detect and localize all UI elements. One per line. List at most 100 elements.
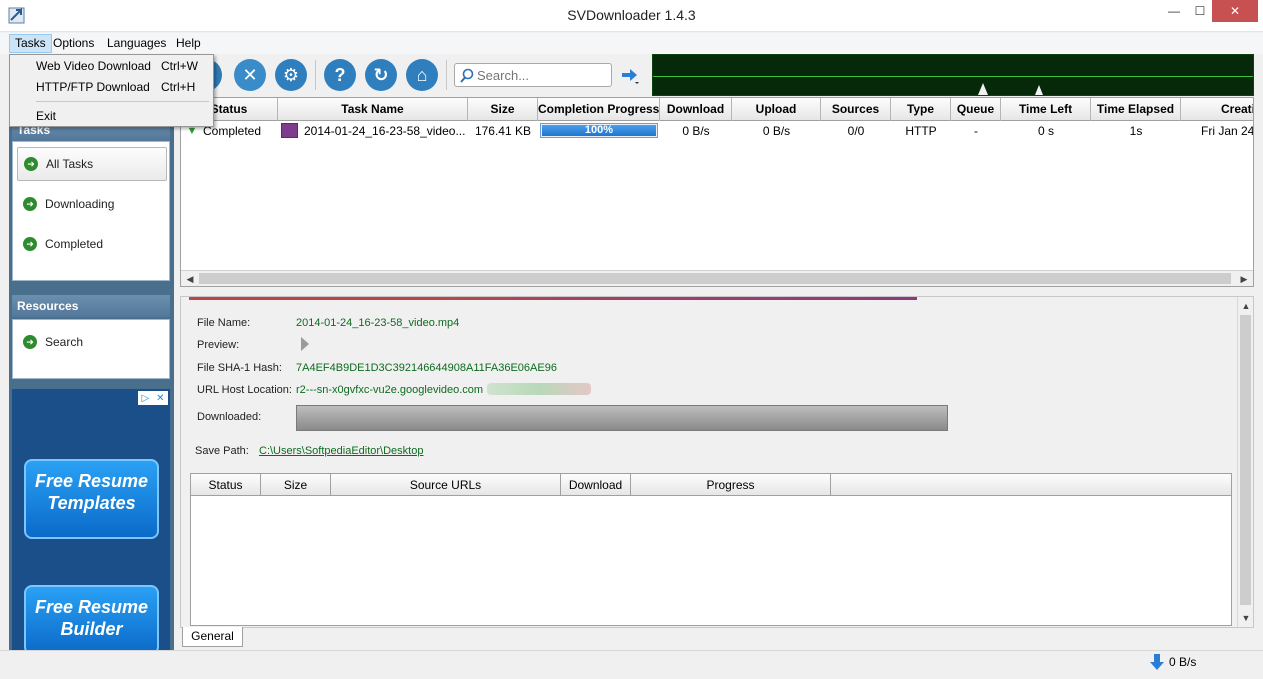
column-header-size[interactable]: Size xyxy=(468,98,538,121)
file-name-value: 2014-01-24_16-23-58_video.mp4 xyxy=(296,317,460,329)
tasks-panel: ➜ All Tasks ➜ Downloading ➜ Completed xyxy=(12,141,170,281)
settings-gear-icon[interactable]: ⚙ xyxy=(275,59,307,91)
sidebar-item-all-tasks[interactable]: ➜ All Tasks xyxy=(17,147,167,181)
maximize-button[interactable]: ☐ xyxy=(1186,0,1214,22)
minimize-button[interactable]: — xyxy=(1160,0,1188,22)
sidebar-item-label: Search xyxy=(45,335,84,349)
horizontal-scrollbar[interactable]: ◀ ▶ xyxy=(181,270,1253,286)
ad-free-resume-builder-button[interactable]: Free Resume Builder xyxy=(24,585,159,655)
resources-panel-header: Resources xyxy=(12,295,170,317)
column-header-upload[interactable]: Upload xyxy=(732,98,821,121)
cell-time-left: 0 s xyxy=(1037,124,1054,138)
advertisement[interactable]: ▷ ✕ Free Resume Templates Free Resume Bui… xyxy=(12,389,170,655)
menu-tasks[interactable]: Tasks xyxy=(9,34,52,53)
progress-label: 100% xyxy=(584,124,614,136)
ad-choices-icon[interactable]: ▷ ✕ xyxy=(138,391,168,405)
search-go-arrow-icon[interactable] xyxy=(620,66,640,84)
host-value: r2---sn-x0gvfxc-vu2e.googlevideo.com xyxy=(296,384,484,396)
downloaded-bar xyxy=(296,405,948,431)
save-path-link[interactable]: C:\Users\SoftpediaEditor\Desktop xyxy=(259,445,423,457)
scroll-right-icon[interactable]: ▶ xyxy=(1236,272,1252,286)
sidebar-item-label: Completed xyxy=(45,237,104,251)
delete-icon[interactable]: ✕ xyxy=(234,59,266,91)
column-header-task-name[interactable]: Task Name xyxy=(278,98,468,121)
tasks-dropdown-menu: Web Video Download Ctrl+W HTTP/FTP Downl… xyxy=(9,54,214,127)
search-icon xyxy=(460,68,474,83)
column-header-download[interactable]: Download xyxy=(561,474,631,496)
arrow-right-icon: ➜ xyxy=(24,157,38,171)
speed-value: 0 B/s xyxy=(1169,655,1197,669)
video-file-icon xyxy=(281,123,298,138)
window-title: SVDownloader 1.4.3 xyxy=(567,7,696,23)
sidebar-item-search[interactable]: ➜ Search xyxy=(17,325,167,359)
cell-sources: 0/0 xyxy=(847,124,865,138)
cell-upload: 0 B/s xyxy=(762,124,791,138)
sha-value: 7A4EF4B9DE1D3C392146644908A11FA36E06AE96 xyxy=(296,362,557,374)
arrow-right-icon: ➜ xyxy=(23,197,37,211)
sidebar-item-downloading[interactable]: ➜ Downloading xyxy=(17,187,167,221)
vertical-scrollbar[interactable]: ▲ ▼ xyxy=(1237,297,1253,627)
column-header-size[interactable]: Size xyxy=(261,474,331,496)
menu-item-exit[interactable]: Exit xyxy=(12,106,211,126)
scroll-down-icon[interactable]: ▼ xyxy=(1238,610,1253,626)
tab-general[interactable]: General xyxy=(182,627,243,647)
menu-bar: Tasks Options Languages Help xyxy=(0,33,1263,54)
cell-type: HTTP xyxy=(905,124,937,138)
ad-free-resume-templates-button[interactable]: Free Resume Templates xyxy=(24,459,159,539)
sidebar-item-completed[interactable]: ➜ Completed xyxy=(17,227,167,261)
host-label: URL Host Location: xyxy=(197,384,292,396)
menu-item-shortcut: Ctrl+H xyxy=(161,80,196,94)
sha-label: File SHA-1 Hash: xyxy=(197,362,282,374)
refresh-icon[interactable]: ↻ xyxy=(365,59,397,91)
scrollbar-thumb[interactable] xyxy=(199,273,1231,284)
menu-item-web-video-download[interactable]: Web Video Download Ctrl+W xyxy=(12,56,211,76)
scroll-left-icon[interactable]: ◀ xyxy=(182,272,198,286)
preview-play-icon[interactable] xyxy=(301,337,309,351)
menu-options[interactable]: Options xyxy=(48,34,99,53)
status-bar: 0 B/s xyxy=(0,650,1263,679)
column-header-source-urls[interactable]: Source URLs xyxy=(331,474,561,496)
column-header-queue[interactable]: Queue xyxy=(951,98,1001,121)
save-path-label: Save Path: xyxy=(195,445,249,457)
help-icon[interactable]: ? xyxy=(324,59,356,91)
sidebar-item-label: All Tasks xyxy=(46,157,94,171)
search-box xyxy=(454,63,612,87)
menu-help[interactable]: Help xyxy=(171,34,206,53)
column-header-download[interactable]: Download xyxy=(660,98,732,121)
toolbar-separator xyxy=(446,60,447,90)
search-input[interactable] xyxy=(477,67,607,84)
task-table: Status Task Name Size Completion Progres… xyxy=(180,97,1254,287)
cell-download: 0 B/s xyxy=(682,124,710,138)
resources-panel: ➜ Search xyxy=(12,319,170,379)
scroll-up-icon[interactable]: ▲ xyxy=(1238,298,1253,314)
column-header-progress[interactable]: Progress xyxy=(631,474,831,496)
menu-languages[interactable]: Languages xyxy=(102,34,171,53)
download-speed: 0 B/s xyxy=(1150,654,1196,670)
graph-peaks xyxy=(978,83,1043,95)
close-button[interactable]: ✕ xyxy=(1212,0,1258,22)
table-row[interactable]: ▼ Completed 2014-01-24_16-23-58_video...… xyxy=(181,121,1254,141)
toolbar-separator xyxy=(315,60,316,90)
preview-label: Preview: xyxy=(197,339,240,351)
file-name-label: File Name: xyxy=(197,317,251,329)
cell-created: Fri Jan 24 xyxy=(1201,124,1254,138)
menu-item-http-ftp-download[interactable]: HTTP/FTP Download Ctrl+H xyxy=(12,77,211,97)
sidebar: Tasks ➜ All Tasks ➜ Downloading ➜ Comple… xyxy=(9,97,174,655)
menu-separator xyxy=(36,101,209,102)
scrollbar-thumb[interactable] xyxy=(1240,315,1251,605)
cell-queue: - xyxy=(974,124,978,138)
completion-progress-bar: 100% xyxy=(540,123,658,138)
cell-size: 176.41 KB xyxy=(474,124,531,138)
title-bar: SVDownloader 1.4.3 — ☐ ✕ xyxy=(0,0,1263,32)
panel-splitter[interactable] xyxy=(180,288,1254,294)
column-header-sources[interactable]: Sources xyxy=(821,98,891,121)
column-header-created[interactable]: Creati xyxy=(1181,98,1253,121)
downloaded-label: Downloaded: xyxy=(197,411,262,423)
column-header-type[interactable]: Type xyxy=(891,98,951,121)
home-icon[interactable]: ⌂ xyxy=(406,59,438,91)
column-header-time-left[interactable]: Time Left xyxy=(1001,98,1091,121)
column-header-time-elapsed[interactable]: Time Elapsed xyxy=(1091,98,1181,121)
column-header-status[interactable]: Status xyxy=(191,474,261,496)
column-header-completion-progress[interactable]: Completion Progress xyxy=(538,98,660,121)
source-table-header: Status Size Source URLs Download Progres… xyxy=(191,474,1231,496)
